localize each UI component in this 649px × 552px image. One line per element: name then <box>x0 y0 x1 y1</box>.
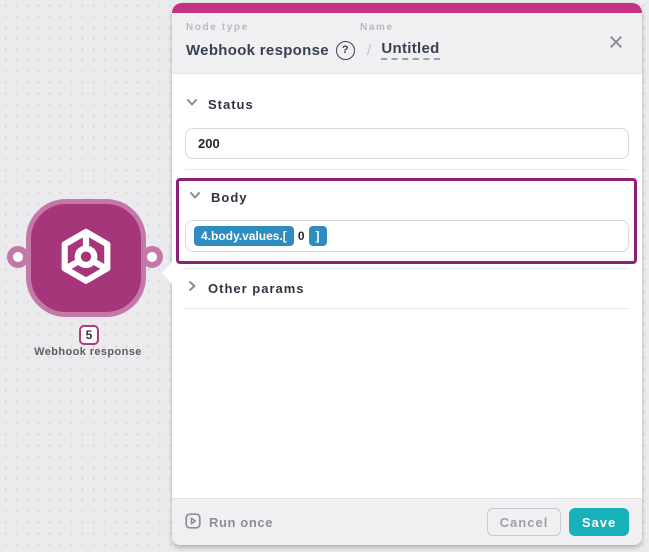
save-button[interactable]: Save <box>569 508 629 536</box>
panel-content: Status Body 4.body.values.[ 0 ] <box>172 74 642 498</box>
cancel-button[interactable]: Cancel <box>487 508 561 536</box>
panel-accent-bar <box>172 3 642 13</box>
body-section-highlight: Body 4.body.values.[ 0 ] <box>176 178 637 264</box>
breadcrumb-separator: / <box>366 41 372 59</box>
close-icon[interactable]: × <box>604 28 628 55</box>
webhook-icon <box>53 223 119 294</box>
panel-footer: Run once Cancel Save <box>172 498 642 545</box>
node-settings-panel: Node type Name Webhook response ? / Unti… <box>162 3 642 545</box>
play-icon <box>185 512 201 532</box>
body-input[interactable]: 4.body.values.[ 0 ] <box>185 220 629 252</box>
mapped-token-close[interactable]: ] <box>308 226 327 246</box>
run-once-button[interactable]: Run once <box>185 512 274 532</box>
status-section-toggle[interactable]: Status <box>185 95 629 114</box>
node-order-badge: 5 <box>79 325 99 345</box>
divider <box>185 268 629 269</box>
node-type-value: Webhook response <box>186 41 329 59</box>
status-input[interactable] <box>185 128 629 159</box>
node-name-field[interactable]: Untitled <box>381 40 440 60</box>
chevron-down-icon <box>185 95 199 114</box>
status-section-label: Status <box>208 97 254 112</box>
other-params-section-label: Other params <box>208 281 305 296</box>
divider <box>185 169 629 170</box>
divider <box>185 308 629 309</box>
webhook-response-node[interactable] <box>26 199 146 317</box>
chevron-down-icon <box>188 188 202 207</box>
chevron-right-icon <box>185 279 199 298</box>
panel-pointer-notch <box>162 262 172 284</box>
body-section-label: Body <box>211 190 248 205</box>
node-type-label: Node type <box>186 22 249 33</box>
node-label: Webhook response <box>34 346 142 358</box>
mapped-token-open[interactable]: 4.body.values.[ <box>194 226 294 246</box>
array-index-value[interactable]: 0 <box>298 229 305 243</box>
run-once-label: Run once <box>209 514 274 530</box>
help-icon[interactable]: ? <box>335 40 355 60</box>
body-section-toggle[interactable]: Body <box>188 188 624 207</box>
other-params-section-toggle[interactable]: Other params <box>185 279 629 298</box>
name-label: Name <box>360 22 394 33</box>
panel-header: Node type Name Webhook response ? / Unti… <box>172 13 642 74</box>
